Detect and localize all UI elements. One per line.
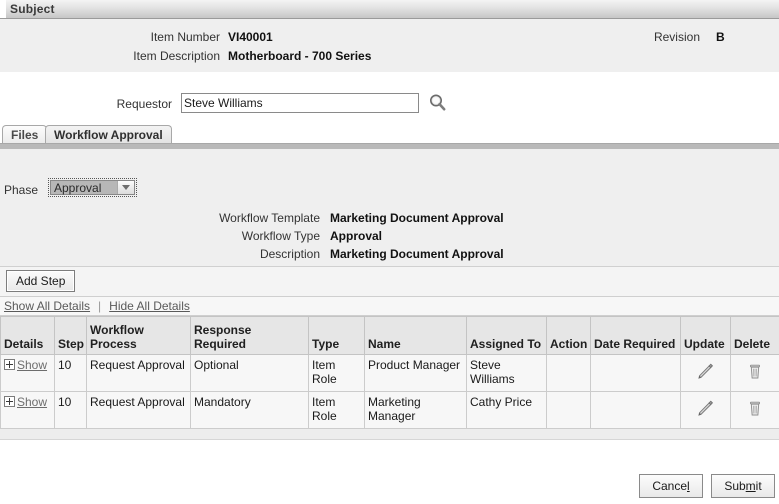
row-type: Item Role <box>308 354 365 392</box>
workflow-description-value: Marketing Document Approval <box>330 247 504 261</box>
submit-button-label-b: it <box>755 479 762 493</box>
table-header-row: Details Step Workflow Process Response R… <box>0 316 779 355</box>
column-header-action[interactable]: Action <box>546 316 591 355</box>
row-type: Item Role <box>308 391 365 429</box>
search-icon[interactable] <box>428 93 448 113</box>
column-header-update[interactable]: Update <box>680 316 731 355</box>
expand-plus-icon[interactable] <box>4 359 15 370</box>
hide-all-details-link[interactable]: Hide All Details <box>109 299 190 313</box>
row-workflow-process: Request Approval <box>86 354 191 392</box>
column-header-step[interactable]: Step <box>54 316 87 355</box>
chevron-down-icon[interactable] <box>117 181 134 194</box>
row-name: Product Manager <box>364 354 467 392</box>
subject-header-bar: Subject <box>0 0 779 19</box>
column-header-name[interactable]: Name <box>364 316 467 355</box>
cancel-button[interactable]: Cancel <box>639 474 703 498</box>
column-header-workflow-process[interactable]: Workflow Process <box>86 316 191 355</box>
column-header-details[interactable]: Details <box>0 316 55 355</box>
submit-button-label-a: Sub <box>724 479 746 493</box>
expand-plus-icon[interactable] <box>4 396 15 407</box>
column-header-assigned-to[interactable]: Assigned To <box>466 316 547 355</box>
row-show-link[interactable]: Show <box>17 358 47 372</box>
requestor-label: Requestor <box>116 97 172 111</box>
trash-icon[interactable] <box>745 362 765 382</box>
workflow-steps-table: Details Step Workflow Process Response R… <box>0 316 779 429</box>
workflow-type-label: Workflow Type <box>241 229 320 243</box>
subject-title: Subject <box>10 2 55 16</box>
row-date-required <box>590 391 681 429</box>
row-workflow-process: Request Approval <box>86 391 191 429</box>
add-step-button[interactable]: Add Step <box>6 270 76 292</box>
tab-workflow-approval[interactable]: Workflow Approval <box>45 125 172 143</box>
row-delete-cell <box>730 391 779 429</box>
submit-button-accel: m <box>745 479 756 493</box>
add-step-toolbar: Add Step <box>0 267 779 297</box>
item-number-value: VI40001 <box>228 30 273 44</box>
row-step: 10 <box>54 354 87 392</box>
phase-label: Phase <box>4 183 39 197</box>
tab-files-label: Files <box>11 127 39 142</box>
tab-workflow-approval-label: Workflow Approval <box>54 127 163 142</box>
table-row: Show 10 Request Approval Mandatory Item … <box>0 391 779 429</box>
row-delete-cell <box>730 354 779 392</box>
row-step: 10 <box>54 391 87 429</box>
requestor-input[interactable] <box>181 93 419 113</box>
revision-value: B <box>716 30 725 44</box>
row-assigned-to: Steve Williams <box>466 354 547 392</box>
column-header-response-required[interactable]: Response Required <box>190 316 309 355</box>
row-details-cell: Show <box>0 391 55 429</box>
phase-select-focus-ring: Approval <box>48 178 137 197</box>
workflow-template-label: Workflow Template <box>219 211 320 225</box>
tab-files[interactable]: Files <box>2 125 48 143</box>
row-action <box>546 354 591 392</box>
row-date-required <box>590 354 681 392</box>
item-info-block: Item Number VI40001 Item Description Mot… <box>0 19 779 73</box>
row-show-link[interactable]: Show <box>17 395 47 409</box>
item-number-label: Item Number <box>150 30 220 44</box>
cancel-button-accel: l <box>687 479 690 493</box>
item-description-value: Motherboard - 700 Series <box>228 49 372 63</box>
cancel-button-label: Cance <box>652 479 687 493</box>
detail-links-separator: | <box>98 299 102 313</box>
chevron-down-icon-glyph <box>122 185 130 190</box>
column-header-type[interactable]: Type <box>308 316 365 355</box>
submit-button[interactable]: Submit <box>711 474 775 498</box>
row-response-required: Mandatory <box>190 391 309 429</box>
workflow-type-value: Approval <box>330 229 383 243</box>
pencil-icon[interactable] <box>695 362 717 382</box>
table-row: Show 10 Request Approval Optional Item R… <box>0 354 779 392</box>
row-update-cell <box>680 391 731 429</box>
search-icon-glyph <box>430 94 446 111</box>
workflow-template-value: Marketing Document Approval <box>330 211 504 225</box>
column-header-date-required[interactable]: Date Required <box>590 316 681 355</box>
requestor-row: Requestor <box>0 91 779 119</box>
row-update-cell <box>680 354 731 392</box>
phase-select-value: Approval <box>51 181 117 195</box>
workflow-description-label: Description <box>259 247 320 261</box>
row-response-required: Optional <box>190 354 309 392</box>
item-description-label: Item Description <box>133 49 220 63</box>
row-name: Marketing Manager <box>364 391 467 429</box>
pencil-icon[interactable] <box>695 399 717 419</box>
show-all-details-link[interactable]: Show All Details <box>4 299 90 313</box>
column-header-delete[interactable]: Delete <box>730 316 779 355</box>
revision-label: Revision <box>653 30 700 44</box>
row-assigned-to: Cathy Price <box>466 391 547 429</box>
tab-strip: Files Workflow Approval <box>0 125 779 143</box>
row-details-cell: Show <box>0 354 55 392</box>
phase-select[interactable]: Approval <box>50 180 135 195</box>
workflow-panel: Phase Approval Workflow Template Marketi… <box>0 149 779 267</box>
table-bottom-spacer <box>0 429 779 440</box>
detail-links-bar: Show All Details | Hide All Details <box>0 297 779 316</box>
trash-icon[interactable] <box>745 399 765 419</box>
row-action <box>546 391 591 429</box>
footer-button-bar: Cancel Submit <box>639 474 775 498</box>
